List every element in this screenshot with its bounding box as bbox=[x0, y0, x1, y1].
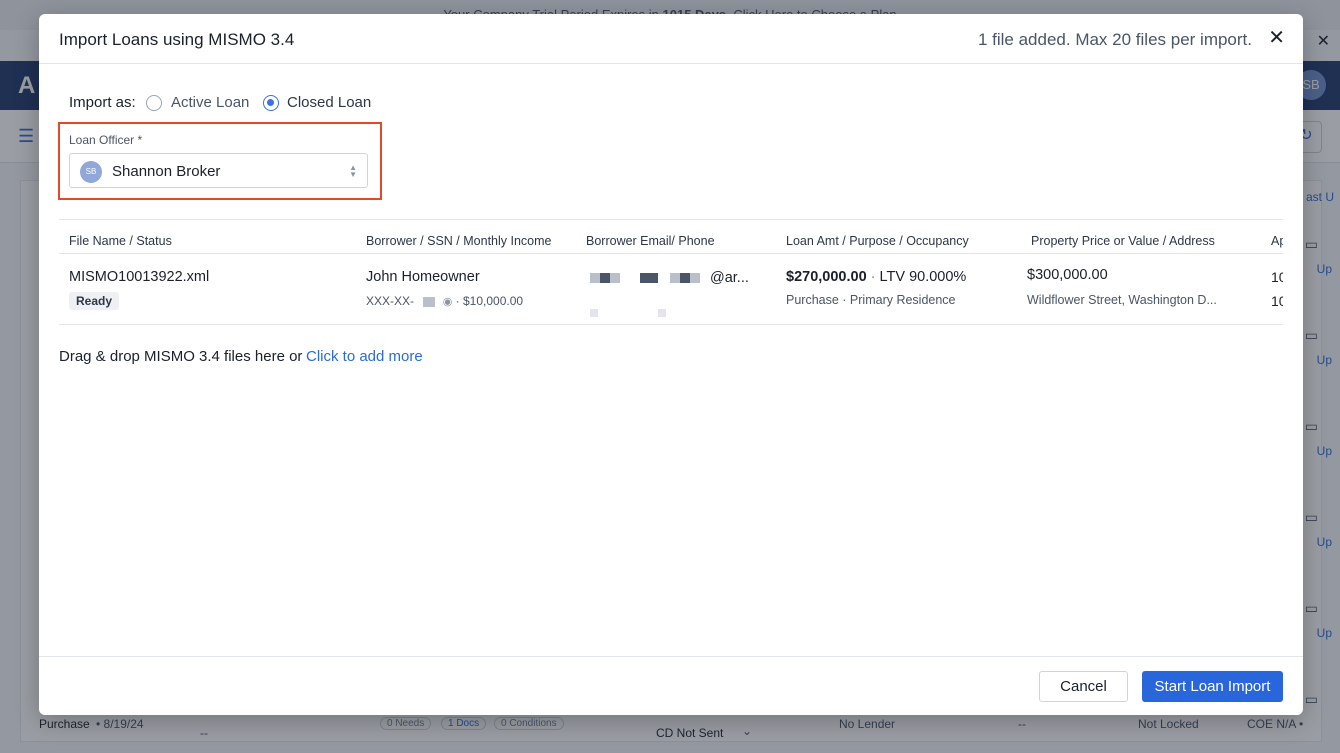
file-count-status: 1 file added. Max 20 files per import. bbox=[977, 30, 1252, 49]
column-header: Borrower Email/ Phone bbox=[586, 234, 715, 248]
modal-title: Import Loans using MISMO 3.4 bbox=[59, 30, 295, 49]
ap-value: 10 bbox=[1271, 293, 1283, 309]
purpose-occupancy: Purchase · Primary Residence bbox=[786, 293, 956, 307]
loan-officer-label: Loan Officer * bbox=[69, 133, 143, 147]
column-header: Loan Amt / Purpose / Occupancy bbox=[786, 234, 969, 248]
email-suffix: @ar... bbox=[710, 270, 749, 286]
divider bbox=[59, 324, 1283, 325]
file-name: MISMO10013922.xml bbox=[69, 269, 210, 285]
status-badge: Ready bbox=[69, 292, 120, 310]
cancel-button[interactable]: Cancel bbox=[1039, 671, 1128, 702]
loan-amount-ltv: $270,000.00 · LTV 90.000% bbox=[786, 269, 967, 285]
modal-footer: Cancel Start Loan Import bbox=[39, 656, 1303, 715]
officer-avatar: SB bbox=[80, 161, 102, 183]
divider bbox=[59, 219, 1283, 220]
files-table: File Name / Status Borrower / SSN / Mont… bbox=[59, 219, 1283, 325]
loan-amount: $270,000.00 bbox=[786, 269, 867, 285]
borrower-email: @ar... bbox=[590, 270, 749, 286]
eye-icon[interactable]: ◉ bbox=[443, 296, 453, 308]
import-loans-modal: Import Loans using MISMO 3.4 1 file adde… bbox=[39, 14, 1303, 715]
ltv: LTV 90.000% bbox=[879, 269, 967, 285]
borrower-name: John Homeowner bbox=[366, 269, 480, 285]
column-header: Borrower / SSN / Monthly Income bbox=[366, 234, 552, 248]
column-header: Ap bbox=[1271, 234, 1283, 248]
closed-loan-label[interactable]: Closed Loan bbox=[287, 94, 371, 111]
officer-name: Shannon Broker bbox=[112, 163, 221, 180]
column-header: File Name / Status bbox=[69, 234, 172, 248]
loan-officer-select[interactable]: SB Shannon Broker ▲ ▼ bbox=[69, 153, 368, 188]
column-header: Property Price or Value / Address bbox=[1031, 234, 1215, 248]
add-more-link[interactable]: Click to add more bbox=[306, 348, 423, 365]
close-icon[interactable]: ✕ bbox=[1268, 28, 1285, 48]
monthly-income: $10,000.00 bbox=[463, 294, 524, 308]
import-as-label: Import as: bbox=[69, 94, 136, 111]
select-caret-icon: ▲ ▼ bbox=[349, 163, 357, 179]
dropzone-text: Drag & drop MISMO 3.4 files here or bbox=[59, 348, 303, 365]
modal-header: Import Loans using MISMO 3.4 1 file adde… bbox=[39, 14, 1303, 64]
ssn-masked bbox=[423, 296, 436, 307]
closed-loan-radio[interactable] bbox=[263, 95, 279, 111]
start-loan-import-button[interactable]: Start Loan Import bbox=[1142, 671, 1283, 702]
ap-value: 10 bbox=[1271, 269, 1283, 285]
property-address: Wildflower Street, Washington D... bbox=[1027, 293, 1217, 307]
borrower-phone bbox=[590, 304, 666, 322]
loan-purpose: Purchase bbox=[786, 293, 839, 307]
property-price: $300,000.00 bbox=[1027, 267, 1108, 283]
divider bbox=[59, 253, 1283, 254]
active-loan-label[interactable]: Active Loan bbox=[171, 94, 249, 111]
borrower-ssn-income: XXX-XX- ◉ · $10,000.00 bbox=[366, 294, 524, 308]
ssn-prefix: XXX-XX- bbox=[366, 294, 415, 308]
occupancy: Primary Residence bbox=[849, 293, 956, 307]
active-loan-radio[interactable] bbox=[146, 95, 162, 111]
